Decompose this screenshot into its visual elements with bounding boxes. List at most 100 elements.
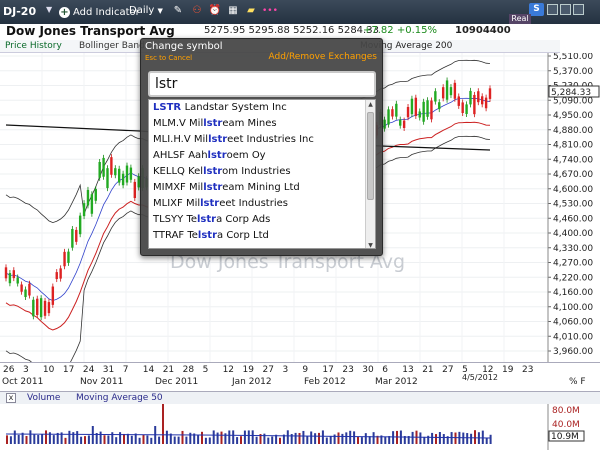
price-tick-label: 4,530.00 [553,200,593,210]
close-volume-icon[interactable]: x [6,393,16,403]
date-tick-label: 3 [282,365,289,375]
alarm-clock-icon[interactable]: ⏰ [208,4,222,18]
date-tick-label: 17 [62,365,75,375]
symbol-result-row[interactable]: KELLQ Kellstrom Industries [153,166,291,182]
price-tick-label: 4,330.00 [553,244,593,254]
price-tick-label: 3,960.00 [553,347,593,357]
price-tick-label: 4,270.00 [553,259,593,269]
volume-header: x Volume Moving Average 50 [0,391,600,404]
volume-tick-label: 80.0M [552,406,580,416]
date-tick-label: 19 [502,365,514,375]
date-tick-label: 17 [322,365,334,375]
chart-window: DJ-20 ▼ + Add Indicator Daily ▼ ✎ ⚇ ⏰ ▦ … [0,0,600,450]
volume-value: 10904400 [455,25,511,36]
current-price-label: 5,284.33 [551,88,591,98]
compare-icon[interactable]: ⚇ [190,4,204,18]
symbol-result-row[interactable]: AHLSF Aahlstroem Oy [153,150,266,166]
date-tick-label: 14 [142,365,155,375]
symbol-result-row[interactable]: MLM.V Millstream Mines [153,118,277,134]
minimize-icon[interactable] [547,4,558,15]
chevron-down-icon: ▼ [157,7,163,15]
date-tick-label: 21 [162,365,175,375]
axis-controls[interactable]: % F [569,377,586,387]
price-tick-label: 5,370.00 [553,67,593,77]
date-tick-label: 30 [362,365,374,375]
date-tick-label: 23 [342,365,354,375]
price-tick-label: 4,100.00 [553,303,593,313]
symbol-result-row[interactable]: TTRAF Telstra Corp Ltd [153,230,269,246]
scroll-up-icon[interactable]: ▲ [366,100,375,109]
esc-hint[interactable]: Esc to Cancel [145,54,192,62]
symbol-result-row[interactable]: MLI.H.V Millstreet Industries Inc [153,134,314,150]
volume-tick-label: 40.0M [552,420,580,430]
results-scrollbar[interactable]: ▲ ▼ [365,100,375,248]
date-tick-label: 6 [382,365,388,375]
date-tick-label: 3 [22,365,29,375]
price-tick-label: 4,670.00 [553,170,593,180]
date-tick-label: 27 [262,365,274,375]
current-volume-label: 10.9M [551,432,579,442]
calendar-icon[interactable]: ▦ [226,4,240,18]
bollinger-band-label[interactable]: Bollinger Band [79,41,145,51]
date-tick-label: 19 [242,365,254,375]
price-tick-label: 5,510.00 [553,53,593,62]
period-select[interactable]: Daily ▼ [129,5,163,16]
close-icon[interactable] [573,4,584,15]
month-label: Feb 2012 [304,377,346,387]
dialog-title: Change symbol [145,41,223,52]
volume-ma-label[interactable]: Moving Average 50 [76,393,163,403]
date-tick-label: 28 [182,365,195,375]
s-button[interactable]: S [529,3,544,16]
price-history-label[interactable]: Price History [5,41,62,51]
symbol-results-list: LSTR Landstar System Inc MLM.V Millstream… [148,99,376,249]
plus-icon: + [59,6,70,18]
price-tick-label: 4,460.00 [553,214,593,224]
date-tick-label: 23 [522,365,534,375]
symbol-result-row[interactable]: TLSYY Telstra Corp Ads [153,214,270,230]
date-tick-label: 10 [42,365,55,375]
symbol-search-input[interactable] [148,71,376,97]
change-symbol-dialog: Change symbol Esc to Cancel Add/Remove E… [140,38,383,256]
symbol-button[interactable]: DJ-20 [3,5,36,18]
ohlc-values: 5275.95 5295.88 5252.16 5284.33 [204,25,379,36]
date-tick-label: 13 [402,365,414,375]
symbol-dropdown-icon[interactable]: ▼ [46,5,52,14]
price-tick-label: 4,220.00 [553,273,593,283]
price-change: +7.82 +0.15% [363,25,437,36]
date-tick-label: 12 [222,365,235,375]
month-label: Jan 2012 [232,377,272,387]
cursor-date-label: 4/5/2012 [462,373,498,382]
price-tick-label: 4,060.00 [553,318,593,328]
date-tick-label: 21 [422,365,434,375]
month-label: Oct 2011 [2,377,44,387]
price-tick-label: 4,950.00 [553,111,593,121]
volume-chart: 80.0M40.0M0.0M10.9M [0,404,585,450]
price-tick-label: 4,010.00 [553,332,593,342]
date-tick-label: 24 [82,365,95,375]
volume-label[interactable]: Volume [27,393,60,403]
symbol-result-row[interactable]: LSTR Landstar System Inc [153,102,287,118]
price-tick-label: 4,880.00 [553,126,593,136]
date-tick-label: 31 [102,365,115,375]
note-icon[interactable]: ▰ [244,4,258,18]
date-tick-label: 27 [442,365,454,375]
price-tick-label: 4,810.00 [553,141,593,151]
draw-tool-icon[interactable]: ✎ [171,4,185,18]
scrollbar-thumb[interactable] [367,112,374,200]
symbol-result-row[interactable]: MLIXF Millstreet Industries [153,198,288,214]
price-axis: 5,510.005,370.005,230.005,090.004,950.00… [547,53,600,362]
date-tick-label: 26 [3,365,15,375]
scroll-down-icon[interactable]: ▼ [366,241,375,248]
more-options-icon[interactable]: ••• [262,4,278,18]
month-label: Nov 2011 [80,377,124,387]
price-tick-label: 4,600.00 [553,185,593,195]
price-tick-label: 4,160.00 [553,288,593,298]
month-label: Dec 2011 [155,377,199,387]
maximize-icon[interactable] [560,4,571,15]
symbol-result-row[interactable]: MIMXF Millstream Mining Ltd [153,182,300,198]
toolbar: DJ-20 ▼ + Add Indicator Daily ▼ ✎ ⚇ ⏰ ▦ … [0,0,600,24]
date-tick-label: 5 [202,365,209,375]
price-tick-label: 4,400.00 [553,229,593,239]
add-remove-exchanges-link[interactable]: Add/Remove Exchanges [268,52,377,62]
realtime-button[interactable]: Real [509,14,531,24]
